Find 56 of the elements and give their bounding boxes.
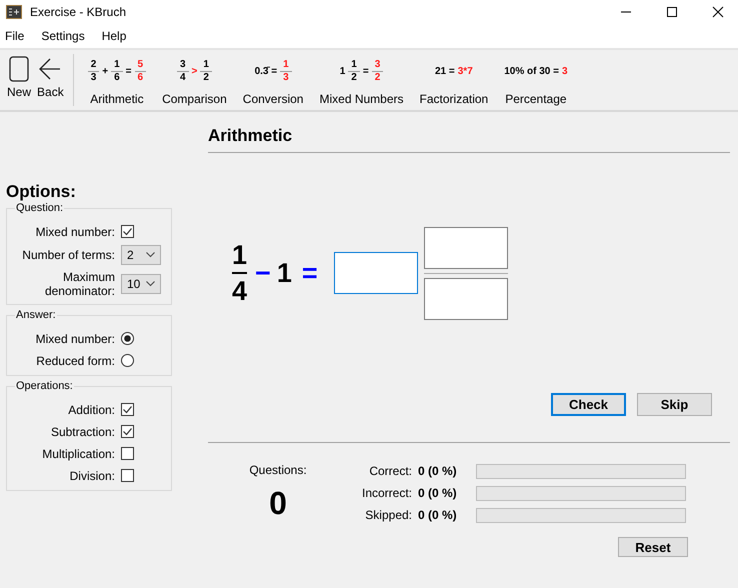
menu-item[interactable]: Help	[102, 29, 126, 43]
app-icon	[6, 4, 22, 20]
option-label: Subtraction:	[50, 424, 115, 438]
option-label: Multiplication:	[41, 446, 115, 460]
group-title: Answer:	[15, 309, 57, 321]
denominator-field[interactable]	[424, 278, 508, 320]
option-label: Division:	[68, 468, 115, 482]
menu-item[interactable]: Settings	[41, 29, 85, 43]
back-arrow-icon	[38, 56, 62, 82]
chevron-down-icon	[146, 252, 155, 258]
numerator-field[interactable]	[424, 226, 508, 268]
checkbox[interactable]	[121, 403, 134, 416]
option-label: Addition:	[67, 402, 115, 416]
option-label: Mixed number:	[34, 332, 115, 346]
group-title: Operations:	[15, 380, 74, 392]
radio-button[interactable]	[121, 354, 134, 367]
options-heading: Options:	[6, 182, 77, 202]
stat-value: 0 (0 %)	[418, 464, 458, 478]
operator: −	[255, 258, 271, 288]
window-title: Exercise - KBruch	[30, 5, 126, 19]
group-title: Question:	[15, 202, 64, 214]
skip-button[interactable]: Skip	[637, 393, 712, 416]
option-label: Number of terms:	[21, 248, 115, 262]
checkbox[interactable]	[121, 469, 134, 482]
fraction: 1 4	[232, 239, 248, 308]
option-label: Maximum denominator:	[44, 270, 115, 298]
number: 1	[276, 258, 292, 288]
new-button[interactable]: New	[4, 52, 34, 108]
stat-value: 0 (0 %)	[418, 486, 458, 500]
dropdown[interactable]: 2	[121, 245, 161, 265]
option-label: Reduced form:	[35, 354, 115, 368]
questions-label: Questions:	[249, 463, 307, 477]
dropdown[interactable]: 10	[121, 274, 161, 294]
menu-item[interactable]: File	[5, 29, 24, 43]
document-icon	[9, 56, 29, 82]
back-button[interactable]: Back	[34, 52, 67, 108]
stat-label: Skipped:	[364, 508, 412, 522]
checkbox[interactable]	[121, 425, 134, 438]
close-icon[interactable]	[712, 6, 724, 18]
radio-button[interactable]	[121, 332, 134, 345]
exercise-title: Arithmetic	[208, 126, 294, 147]
stat-label: Incorrect:	[360, 486, 412, 500]
stat-label: Correct:	[368, 464, 412, 478]
mode-button[interactable]: 21 = 3*7 Factorization	[412, 52, 496, 108]
mode-button[interactable]: 10% of 30 = 3 Percentage	[496, 52, 576, 108]
maximize-icon[interactable]	[666, 6, 678, 18]
chevron-down-icon	[146, 281, 155, 287]
questions-count: 0	[269, 485, 287, 522]
whole-number-field[interactable]	[334, 252, 418, 294]
checkbox[interactable]	[121, 447, 134, 460]
stat-value: 0 (0 %)	[418, 508, 458, 522]
check-button[interactable]: Check	[551, 393, 626, 416]
operator: =	[302, 258, 318, 288]
option-label: Mixed number:	[34, 224, 115, 238]
reset-button[interactable]: Reset	[618, 537, 688, 557]
checkbox[interactable]	[121, 225, 134, 238]
